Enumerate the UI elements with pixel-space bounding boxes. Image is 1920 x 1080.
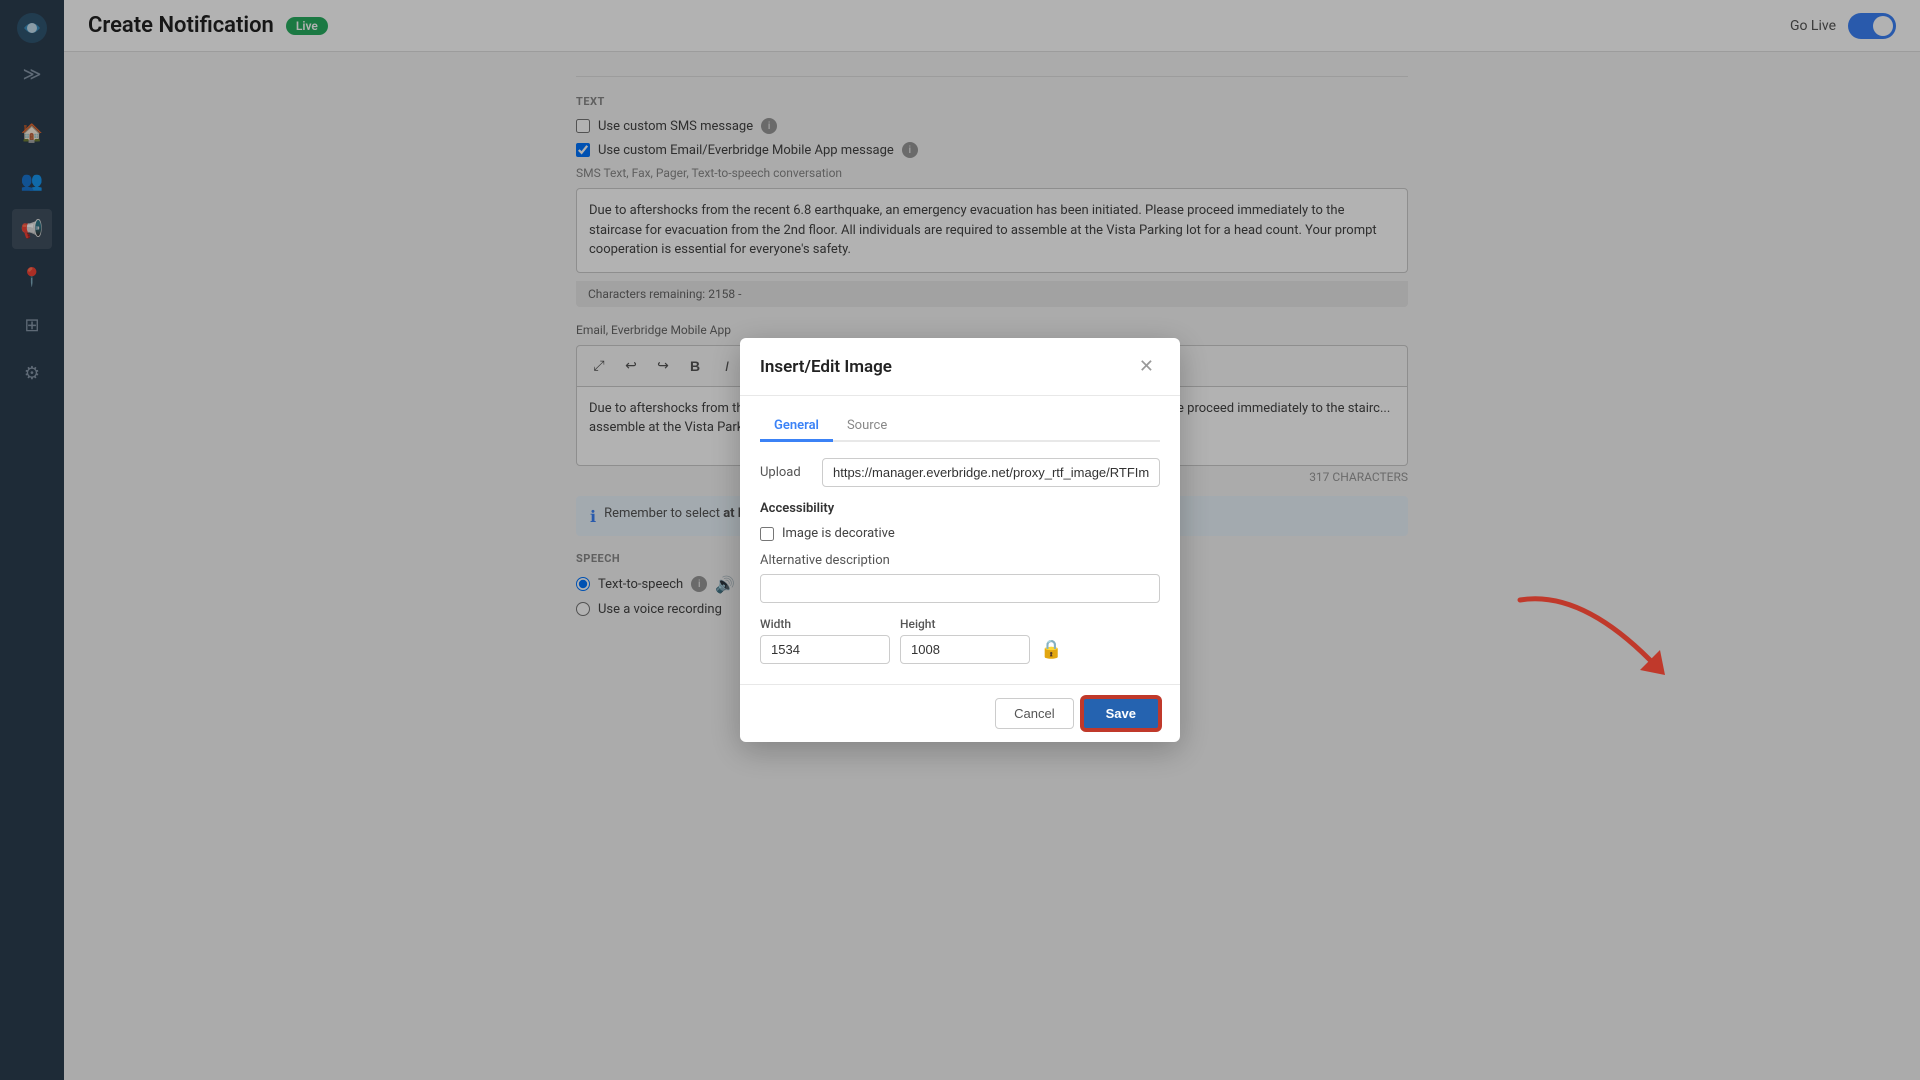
image-decorative-row: Image is decorative [760, 526, 1160, 541]
image-decorative-label: Image is decorative [782, 526, 895, 541]
insert-edit-image-modal: Insert/Edit Image ✕ General Source Uploa… [740, 338, 1180, 742]
modal-header: Insert/Edit Image ✕ [740, 338, 1180, 396]
image-decorative-checkbox[interactable] [760, 527, 774, 541]
tab-general[interactable]: General [760, 412, 833, 442]
modal-title: Insert/Edit Image [760, 357, 892, 377]
width-group: Width [760, 617, 890, 664]
save-button[interactable]: Save [1082, 697, 1160, 730]
tab-source[interactable]: Source [833, 412, 901, 442]
lock-icon: 🔒 [1040, 639, 1062, 660]
modal-tabs: General Source [760, 412, 1160, 442]
alt-desc-input[interactable] [760, 574, 1160, 603]
width-label: Width [760, 617, 890, 631]
height-group: Height [900, 617, 1030, 664]
modal-close-button[interactable]: ✕ [1133, 354, 1160, 379]
accessibility-label: Accessibility [760, 501, 1160, 516]
modal-overlay[interactable]: Insert/Edit Image ✕ General Source Uploa… [0, 0, 1920, 1080]
dimensions-row: Width Height 🔒 [760, 617, 1160, 664]
source-field-row: Upload [760, 458, 1160, 487]
source-input[interactable] [822, 458, 1160, 487]
modal-body: General Source Upload Accessibility Imag… [740, 396, 1180, 684]
width-input[interactable] [760, 635, 890, 664]
cancel-button[interactable]: Cancel [995, 698, 1073, 729]
modal-footer: Cancel Save [740, 684, 1180, 742]
height-label: Height [900, 617, 1030, 631]
upload-label: Upload [760, 465, 810, 480]
height-input[interactable] [900, 635, 1030, 664]
alt-desc-label: Alternative description [760, 553, 1160, 568]
